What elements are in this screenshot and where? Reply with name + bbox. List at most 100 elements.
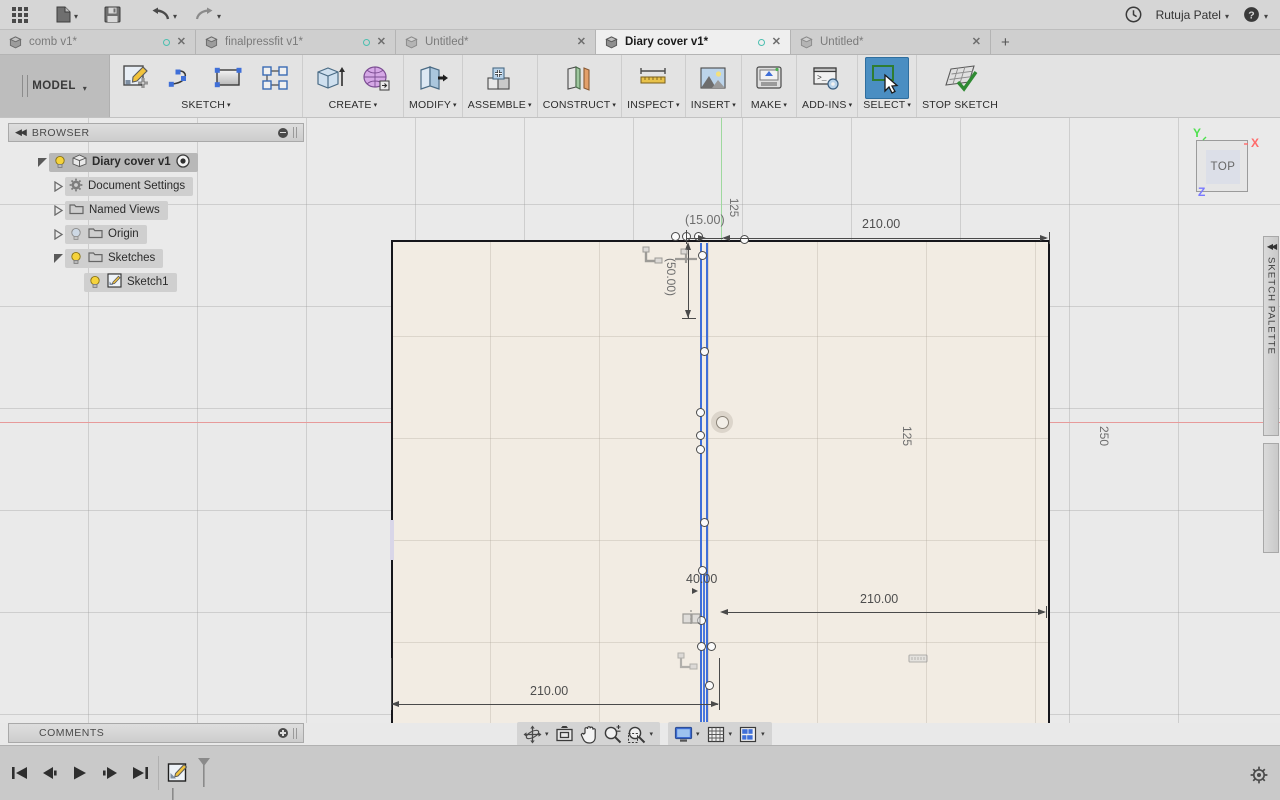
panel-resize-grip[interactable]: [293, 727, 297, 739]
collapse-left-icon[interactable]: ◀◀: [15, 127, 27, 138]
document-tab-diary-cover[interactable]: Diary cover v1* ✕: [596, 30, 791, 54]
document-tab-comb[interactable]: comb v1* ✕: [0, 30, 196, 54]
dimension-text-bottom-width[interactable]: 210.00: [530, 684, 568, 698]
constraint-icon-perpendicular[interactable]: [642, 246, 664, 271]
sketch-point[interactable]: [671, 232, 680, 241]
timeline-feature-sketch1[interactable]: [167, 758, 210, 800]
user-name-label[interactable]: Rutuja Patel: [1156, 8, 1221, 22]
fit-button[interactable]: [554, 724, 576, 744]
browser-item-named-views[interactable]: Named Views: [8, 198, 304, 222]
sketch-point[interactable]: [696, 445, 705, 454]
dimension-line-top-width[interactable]: [726, 238, 1046, 239]
press-pull-button[interactable]: [411, 57, 455, 99]
sketch-point[interactable]: [707, 642, 716, 651]
chevron-down-icon[interactable]: ▾: [696, 730, 700, 738]
close-icon[interactable]: ✕: [177, 36, 186, 48]
scripts-addins-button[interactable]: >_: [805, 57, 849, 99]
file-menu-button[interactable]: ▾: [50, 0, 84, 30]
ribbon-group-label[interactable]: INSPECT ▾: [627, 99, 680, 114]
add-comment-icon[interactable]: [278, 728, 288, 738]
timeline-end-marker[interactable]: [197, 757, 211, 792]
ribbon-group-label[interactable]: ADD-INS ▾: [802, 99, 852, 114]
chevron-down-icon[interactable]: ▾: [761, 730, 765, 738]
close-icon[interactable]: ✕: [577, 36, 586, 48]
spine-line-left[interactable]: [700, 243, 702, 723]
light-bulb-icon[interactable]: [88, 275, 102, 289]
expander-collapsed-icon[interactable]: [52, 228, 65, 240]
minimize-icon[interactable]: [278, 127, 288, 138]
stop-sketch-button[interactable]: [938, 57, 982, 99]
sketch-point[interactable]: [697, 642, 706, 651]
light-bulb-icon[interactable]: [53, 155, 67, 169]
browser-item-origin[interactable]: Origin: [8, 222, 304, 246]
browser-item-diary-cover[interactable]: Diary cover v1: [8, 150, 304, 174]
document-tab-untitled-2[interactable]: Untitled* ✕: [791, 30, 991, 54]
step-back-button[interactable]: [40, 763, 60, 783]
ribbon-group-label[interactable]: SKETCH ▾: [181, 99, 231, 114]
application-settings-button[interactable]: [1250, 766, 1268, 789]
sketch-point[interactable]: [696, 431, 705, 440]
sketch-point[interactable]: [705, 681, 714, 690]
redo-button[interactable]: ▾: [189, 0, 227, 30]
dimension-line-lower-width[interactable]: [724, 612, 1044, 613]
dimension-text-lower-segment[interactable]: 40.00: [686, 572, 717, 586]
sketch-point[interactable]: [696, 408, 705, 417]
expander-expanded-icon[interactable]: [52, 253, 65, 264]
step-forward-button[interactable]: [100, 763, 120, 783]
ribbon-group-label[interactable]: ASSEMBLE ▾: [468, 99, 532, 114]
viewports-button[interactable]: [737, 724, 759, 744]
zoom-button[interactable]: [602, 724, 624, 744]
create-mesh-button[interactable]: [354, 57, 398, 99]
pan-button[interactable]: [578, 724, 600, 744]
help-icon[interactable]: ?: [1243, 6, 1260, 23]
sketch-point[interactable]: [740, 235, 749, 244]
ribbon-group-label[interactable]: MAKE ▾: [751, 99, 787, 114]
display-settings-button[interactable]: [672, 724, 694, 744]
sketch-point[interactable]: [700, 347, 709, 356]
light-bulb-icon[interactable]: [69, 227, 83, 241]
sketch-origin-point[interactable]: [711, 411, 733, 433]
zoom-window-button[interactable]: [626, 724, 648, 744]
chevron-down-icon[interactable]: ▾: [729, 730, 733, 738]
activate-component-radio[interactable]: [175, 153, 190, 171]
expander-collapsed-icon[interactable]: [52, 180, 65, 192]
create-sketch-button[interactable]: [115, 57, 159, 99]
browser-item-document-settings[interactable]: Document Settings: [8, 174, 304, 198]
new-tab-button[interactable]: +: [991, 30, 1020, 54]
constraint-icon-horizontal[interactable]: [908, 652, 928, 670]
dimension-text-top-width[interactable]: 210.00: [862, 217, 900, 231]
ribbon-group-label[interactable]: CREATE ▾: [329, 99, 378, 114]
document-tab-untitled-1[interactable]: Untitled* ✕: [396, 30, 596, 54]
ribbon-group-label[interactable]: INSERT ▾: [691, 99, 736, 114]
extrude-button[interactable]: [308, 57, 352, 99]
measure-button[interactable]: [631, 57, 675, 99]
constraint-icon-symmetry[interactable]: [680, 608, 702, 633]
undo-button[interactable]: ▾: [145, 0, 183, 30]
sketch-palette-scrollbar[interactable]: [1263, 443, 1279, 553]
help-menu-caret-icon[interactable]: ▾: [1264, 12, 1268, 21]
dimension-text-spine-offset[interactable]: (15.00): [685, 213, 725, 227]
sketch-palette-tab[interactable]: ◀◀ SKETCH PALETTE: [1263, 236, 1279, 436]
view-cube-face-top[interactable]: TOP: [1196, 140, 1248, 192]
ribbon-group-label[interactable]: CONSTRUCT ▾: [543, 99, 616, 114]
spline-button[interactable]: [161, 57, 205, 99]
select-window-button[interactable]: [865, 57, 910, 99]
go-to-beginning-button[interactable]: [10, 763, 30, 783]
light-bulb-icon[interactable]: [69, 251, 83, 265]
ribbon-group-label[interactable]: MODIFY ▾: [409, 99, 457, 114]
go-to-end-button[interactable]: [130, 763, 150, 783]
ribbon-group-label[interactable]: STOP SKETCH: [922, 99, 998, 114]
view-cube[interactable]: TOP Y X Z: [1170, 118, 1266, 214]
expander-collapsed-icon[interactable]: [52, 204, 65, 216]
save-button[interactable]: [98, 0, 127, 30]
ribbon-group-label[interactable]: SELECT ▾: [863, 99, 911, 114]
clock-icon[interactable]: [1125, 6, 1142, 23]
insert-image-button[interactable]: [691, 57, 735, 99]
dimension-line-bottom-width[interactable]: [394, 704, 718, 705]
expander-expanded-icon[interactable]: [36, 157, 49, 168]
chevron-down-icon[interactable]: ▾: [545, 730, 549, 738]
offset-plane-button[interactable]: [557, 57, 601, 99]
new-component-button[interactable]: [478, 57, 522, 99]
browser-item-sketches[interactable]: Sketches: [8, 246, 304, 270]
constraint-icon-perpendicular-bottom[interactable]: [676, 652, 698, 677]
